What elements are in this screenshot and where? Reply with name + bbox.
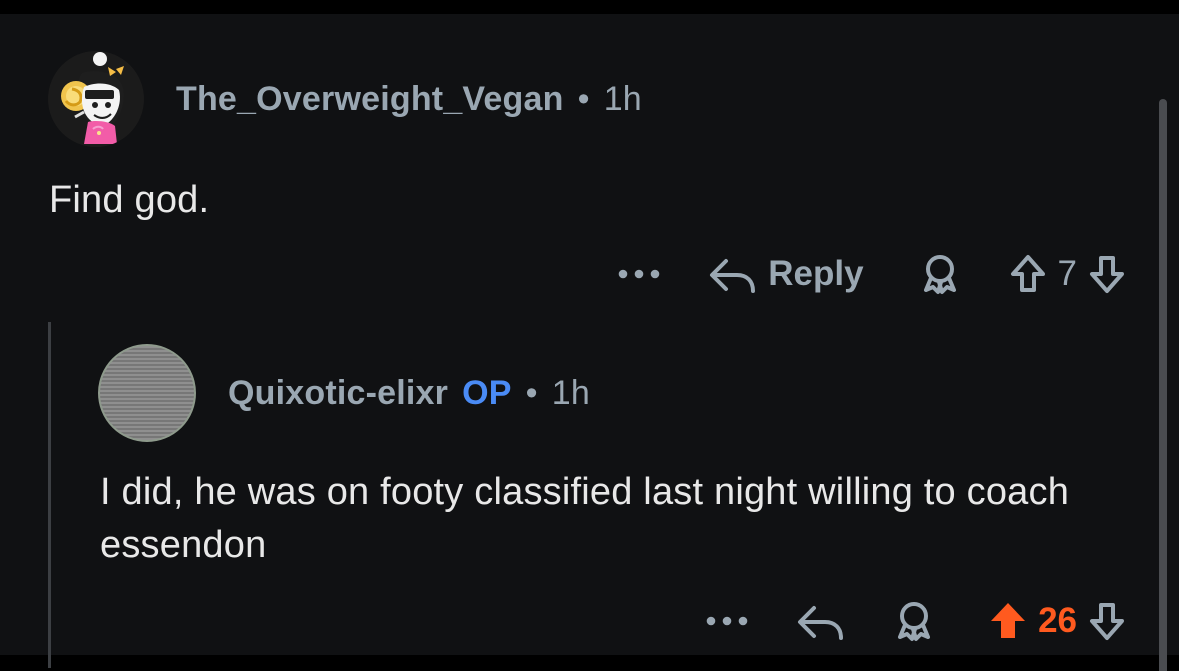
reply-icon <box>794 599 846 643</box>
thread-line <box>48 322 51 668</box>
reply-button[interactable]: Reply <box>706 252 864 296</box>
comment-header-quixotic: Quixotic-elixr OP • 1h <box>98 344 590 442</box>
comment-header-vegan: The_Overweight_Vegan • 1h <box>48 51 642 147</box>
vote-count-vegan: 7 <box>1057 254 1077 293</box>
comment-actions-vegan: Reply 7 <box>509 252 1129 296</box>
vote-controls-vegan: 7 <box>1006 252 1129 296</box>
upvote-icon[interactable] <box>986 599 1030 643</box>
upvote-icon[interactable] <box>1006 252 1050 296</box>
avatar-vegan[interactable] <box>48 51 144 147</box>
comment-meta-quixotic: Quixotic-elixr OP • 1h <box>228 374 590 413</box>
vote-controls-quixotic: 26 <box>986 599 1129 643</box>
reply-icon <box>706 252 758 296</box>
screen: The_Overweight_Vegan • 1h Find god. Repl… <box>0 0 1179 671</box>
downvote-icon[interactable] <box>1085 599 1129 643</box>
comment-time-quixotic: 1h <box>551 373 590 412</box>
comment-actions-quixotic: 26 <box>609 599 1129 643</box>
more-icon[interactable] <box>616 252 662 296</box>
comment-time-vegan: 1h <box>603 79 642 118</box>
more-icon[interactable] <box>704 599 750 643</box>
downvote-icon[interactable] <box>1085 252 1129 296</box>
separator-dot: • <box>577 79 590 118</box>
username-vegan[interactable]: The_Overweight_Vegan <box>176 80 564 119</box>
op-badge: OP <box>462 373 512 412</box>
scrollbar[interactable] <box>1159 99 1167 671</box>
award-button[interactable] <box>914 252 966 296</box>
award-icon <box>888 599 940 643</box>
username-quixotic[interactable]: Quixotic-elixr <box>228 374 448 413</box>
avatar-quixotic[interactable] <box>98 344 196 442</box>
vote-count-quixotic: 26 <box>1038 601 1077 640</box>
comment-thread: The_Overweight_Vegan • 1h Find god. Repl… <box>0 14 1179 671</box>
reply-label: Reply <box>768 254 864 293</box>
comment-meta-vegan: The_Overweight_Vegan • 1h <box>176 80 642 119</box>
reply-button[interactable] <box>794 599 846 643</box>
award-icon <box>914 252 966 296</box>
separator-dot: • <box>525 373 538 412</box>
comment-body-vegan: Find god. <box>49 179 210 221</box>
award-button[interactable] <box>888 599 940 643</box>
comment-body-quixotic: I did, he was on footy classified last n… <box>100 471 1070 566</box>
